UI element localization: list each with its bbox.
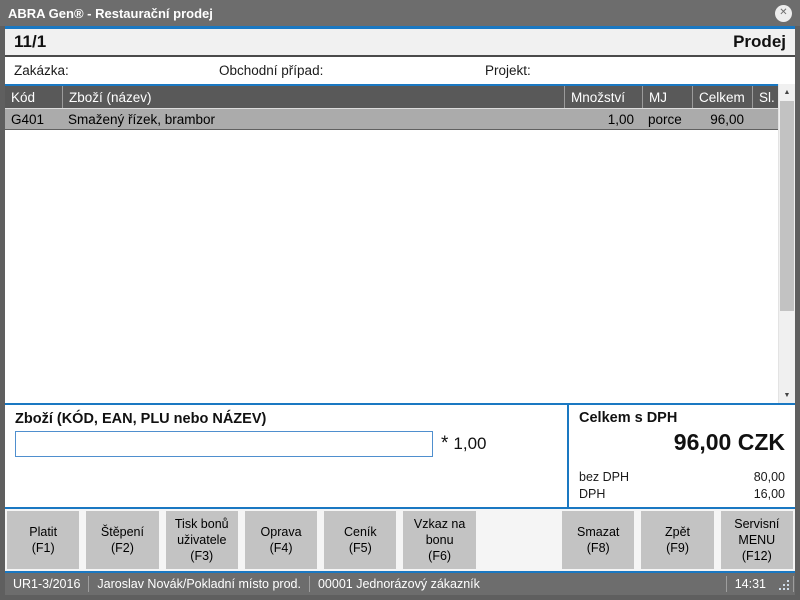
servisni-menu-f12-button[interactable]: Servisní MENU (F12): [721, 511, 793, 569]
tisk-bonu-f3-button[interactable]: Tisk bonů uživatele (F3): [166, 511, 238, 569]
app-window: ABRA Gen® - Restaurační prodej ✕ 11/1 Pr…: [0, 0, 800, 600]
window-body: 11/1 Prodej Zakázka: Obchodní případ: Pr…: [5, 26, 795, 595]
row-cell-nazev: Smažený řízek, brambor: [62, 109, 564, 129]
totals-panel: Celkem s DPH 96,00 CZK bez DPH 80,00 DPH…: [567, 405, 795, 507]
resize-grip-icon[interactable]: [774, 576, 794, 592]
row-cell-sl: [752, 109, 778, 129]
cenik-f5-button[interactable]: Ceník (F5): [324, 511, 396, 569]
scrollbar-thumb[interactable]: [780, 101, 794, 311]
status-document: UR1-3/2016: [5, 576, 88, 592]
status-bar: UR1-3/2016 Jaroslav Novák/Pokladní místo…: [5, 571, 795, 595]
totals-row-dph: DPH 16,00: [579, 486, 785, 503]
item-entry-section: Zboží (KÓD, EAN, PLU nebo NÁZEV) * 1,00: [5, 405, 567, 507]
bez-dph-label: bez DPH: [579, 469, 629, 486]
row-cell-mnozstvi: 1,00: [564, 109, 642, 129]
column-header-zbozi[interactable]: Zboží (název): [62, 86, 564, 108]
smazat-f8-button[interactable]: Smazat (F8): [562, 511, 634, 569]
close-icon[interactable]: ✕: [775, 5, 792, 22]
column-header-mnozstvi[interactable]: Množství: [564, 86, 642, 108]
empty-button-slot-f7: [483, 511, 555, 569]
dph-label: DPH: [579, 486, 605, 503]
mode-title: Prodej: [733, 32, 786, 52]
item-entry-row: * 1,00: [15, 431, 567, 457]
stepeni-f2-button[interactable]: Štěpení (F2): [86, 511, 158, 569]
zpet-f9-button[interactable]: Zpět (F9): [641, 511, 713, 569]
status-customer: 00001 Jednorázový zákazník: [309, 576, 726, 592]
context-bar: Zakázka: Obchodní případ: Projekt:: [5, 57, 795, 84]
table-empty-area: [5, 130, 778, 403]
page-header: 11/1 Prodej: [5, 29, 795, 57]
table-row-selected[interactable]: G401 Smažený řízek, brambor 1,00 porce 9…: [5, 108, 778, 130]
window-title: ABRA Gen® - Restaurační prodej: [8, 6, 213, 21]
items-table: Kód Zboží (název) Množství MJ Celkem Sl.…: [5, 84, 778, 403]
item-code-input[interactable]: [15, 431, 433, 457]
oprava-f4-button[interactable]: Oprava (F4): [245, 511, 317, 569]
total-amount: 96,00 CZK: [579, 429, 785, 456]
row-cell-celkem: 96,00: [692, 109, 752, 129]
receipt-number: 11/1: [14, 32, 46, 52]
obchodni-pripad-label: Obchodní případ:: [219, 63, 485, 78]
bez-dph-value: 80,00: [754, 469, 785, 486]
status-user: Jaroslav Novák/Pokladní místo prod.: [88, 576, 309, 592]
scroll-down-icon[interactable]: ▼: [779, 387, 795, 403]
column-header-sl[interactable]: Sl.: [752, 86, 778, 108]
scrollbar-track[interactable]: [779, 100, 795, 387]
status-time: 14:31: [726, 576, 774, 592]
projekt-label: Projekt:: [485, 63, 795, 78]
dph-value: 16,00: [754, 486, 785, 503]
totals-row-bez-dph: bez DPH 80,00: [579, 469, 785, 486]
quantity-value: 1,00: [453, 434, 486, 454]
bottom-panel: Zboží (KÓD, EAN, PLU nebo NÁZEV) * 1,00 …: [5, 403, 795, 507]
column-header-mj[interactable]: MJ: [642, 86, 692, 108]
item-entry-label: Zboží (KÓD, EAN, PLU nebo NÁZEV): [15, 411, 567, 427]
items-table-region: Kód Zboží (název) Množství MJ Celkem Sl.…: [5, 84, 795, 403]
zakazka-label: Zakázka:: [14, 63, 219, 78]
quantity-display: * 1,00: [441, 433, 487, 455]
column-header-kod[interactable]: Kód: [5, 86, 62, 108]
platit-f1-button[interactable]: Platit (F1): [7, 511, 79, 569]
vzkaz-na-bonu-f6-button[interactable]: Vzkaz na bonu (F6): [403, 511, 475, 569]
row-cell-kod: G401: [5, 109, 62, 129]
vertical-scrollbar[interactable]: ▲ ▼: [778, 84, 795, 403]
totals-title: Celkem s DPH: [579, 410, 785, 426]
row-cell-mj: porce: [642, 109, 692, 129]
table-header-row: Kód Zboží (název) Množství MJ Celkem Sl.: [5, 86, 778, 108]
function-button-bar: Platit (F1) Štěpení (F2) Tisk bonů uživa…: [5, 507, 795, 571]
column-header-celkem[interactable]: Celkem: [692, 86, 752, 108]
multiply-icon: *: [441, 433, 448, 455]
title-bar: ABRA Gen® - Restaurační prodej ✕: [0, 0, 800, 26]
scroll-up-icon[interactable]: ▲: [779, 84, 795, 100]
